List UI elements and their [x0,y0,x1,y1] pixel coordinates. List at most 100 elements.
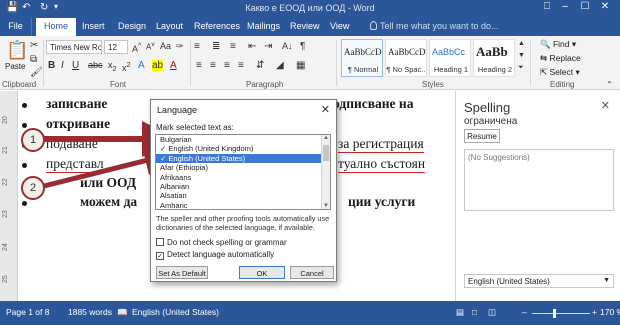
font-size-input[interactable]: 12 [104,40,128,54]
bold-icon[interactable]: B [48,60,55,71]
language-item[interactable]: ✓ English (United Kingdom) [156,144,321,153]
scrollbar-thumb[interactable] [323,145,329,161]
align-center-icon[interactable]: ≡ [210,60,216,71]
ok-button[interactable]: OK [239,266,285,279]
language-item[interactable]: Afrikaans [156,173,321,182]
font-color-icon[interactable]: A [170,60,177,71]
zoom-level[interactable]: 170 % [600,307,620,317]
language-list[interactable]: Bulgarian ✓ English (United Kingdom) ✓ E… [155,134,331,210]
subscript-icon[interactable]: x2 [108,60,117,73]
language-item[interactable]: Alsatian [156,191,321,200]
language-item[interactable]: Bulgarian [156,135,321,144]
ribbon-options-button[interactable]: ⎕ [540,1,554,12]
copy-icon[interactable]: ⧉ [30,54,37,65]
cut-icon[interactable]: ✂ [30,40,38,51]
scroll-up-icon[interactable]: ▲ [323,135,329,141]
change-case-icon[interactable]: Aa [160,41,171,51]
tab-mailings[interactable]: Mailings [247,21,280,31]
ribbon: 📋 Paste ✂ ⧉ 🖌 Clipboard Times New Ro 12 … [0,36,620,90]
language-item[interactable]: Albanian [156,182,321,191]
highlight-icon[interactable]: ab [152,60,164,71]
style-normal[interactable]: AaBbCcDc ¶ Normal [341,39,383,77]
language-item-label: English (United Kingdom) [168,144,254,154]
text-effects-icon[interactable]: A [138,60,145,71]
page-count[interactable]: Page 1 of 8 [6,307,49,317]
language-item[interactable]: Amharic [156,201,321,209]
proofing-icon[interactable]: 📖 [117,307,128,318]
cancel-button[interactable]: Cancel [290,266,334,279]
style-heading-2[interactable]: AaBb Heading 2 [473,39,515,77]
styles-scroll-down-icon[interactable]: ▼ [518,52,525,59]
close-icon[interactable]: ✕ [601,99,610,112]
do-not-check-checkbox[interactable]: Do not check spelling or grammar [156,238,287,247]
tell-me-box[interactable]: Tell me what you want to do... [370,21,499,31]
shading-icon[interactable]: ◢ [276,60,284,71]
tab-references[interactable]: References [194,21,240,31]
style-heading-1[interactable]: AaBbCc Heading 1 [429,39,471,77]
suggestions-list[interactable]: (No Suggestions) [464,149,614,211]
paste-button[interactable]: Paste [5,62,25,71]
scroll-down-icon[interactable]: ▼ [323,203,329,209]
format-painter-icon[interactable]: 🖌 [30,67,43,78]
align-left-icon[interactable]: ≡ [196,60,202,71]
zoom-slider-handle[interactable] [553,309,556,318]
close-button[interactable]: ✕ [598,1,612,12]
strikethrough-icon[interactable]: abc [88,60,103,70]
tab-design[interactable]: Design [118,21,146,31]
line-spacing-icon[interactable]: ⇵ [256,60,264,71]
tab-view[interactable]: View [330,21,349,31]
underline-icon[interactable]: U [72,60,79,71]
tab-layout[interactable]: Layout [156,21,183,31]
justify-icon[interactable]: ≡ [238,60,244,71]
replace-button[interactable]: ⇆ Replace [540,53,581,64]
tab-review[interactable]: Review [290,21,320,31]
superscript-icon[interactable]: x2 [122,60,131,73]
styles-more-icon[interactable]: ⏷ [518,64,524,72]
language-item-selected[interactable]: ✓ English (United States) [156,153,321,164]
font-name-input[interactable]: Times New Ro [46,40,102,54]
maximize-button[interactable]: ☐ [578,1,592,12]
web-layout-icon[interactable]: ◫ [488,307,496,318]
styles-scroll-up-icon[interactable]: ▲ [518,40,525,47]
status-language[interactable]: English (United States) [132,307,219,317]
word-count[interactable]: 1885 words [68,307,112,317]
search-icon: 🔍 [540,39,551,49]
borders-icon[interactable]: ▦ [296,60,305,71]
zoom-slider-track[interactable] [532,313,590,314]
sort-icon[interactable]: A↓ [282,41,293,51]
detect-language-checkbox[interactable]: ✓ Detect language automatically [156,250,274,260]
clear-formatting-icon[interactable]: ✑ [176,41,184,52]
language-item[interactable]: Afar (Ethiopia) [156,163,321,172]
close-icon[interactable]: ✕ [321,103,330,116]
read-mode-icon[interactable]: ▤ [456,307,464,318]
clipboard-paste-icon[interactable]: 📋 [6,40,28,61]
shrink-font-icon[interactable]: Av [146,41,155,52]
bullets-icon[interactable]: ≡ [194,41,200,52]
italic-icon[interactable]: I [61,60,64,71]
ruler-number: 21 [2,146,9,154]
align-right-icon[interactable]: ≡ [224,60,230,71]
tab-file[interactable]: File [0,18,32,36]
checkbox-checked[interactable]: ✓ [156,252,164,260]
select-button[interactable]: ⇱ Select ▾ [540,67,580,78]
numbering-icon[interactable]: ≣ [212,41,220,52]
set-as-default-button[interactable]: Set As Default [156,266,208,279]
zoom-out-icon[interactable]: – [522,307,527,317]
minimize-button[interactable]: – [558,1,572,12]
decrease-indent-icon[interactable]: ⇤ [248,41,256,52]
language-list-scrollbar[interactable]: ▲ ▼ [321,135,330,209]
grow-font-icon[interactable]: A^ [132,41,142,54]
increase-indent-icon[interactable]: ⇥ [264,41,272,52]
collapse-ribbon-icon[interactable]: ⌃ [606,80,613,89]
multilevel-list-icon[interactable]: ≡ [230,41,236,52]
print-layout-icon[interactable]: □ [472,307,477,317]
find-button[interactable]: 🔍 Find ▾ [540,39,576,50]
tab-insert[interactable]: Insert [82,21,105,31]
tab-home[interactable]: Home [36,18,77,36]
style-no-spacing[interactable]: AaBbCcDc ¶ No Spac... [385,39,427,77]
checkbox-unchecked[interactable] [156,238,164,246]
zoom-in-icon[interactable]: + [592,307,597,317]
resume-button[interactable]: Resume [464,129,500,143]
show-formatting-icon[interactable]: ¶ [300,41,305,52]
spelling-language-dropdown[interactable]: English (United States) ▼ [464,274,614,288]
